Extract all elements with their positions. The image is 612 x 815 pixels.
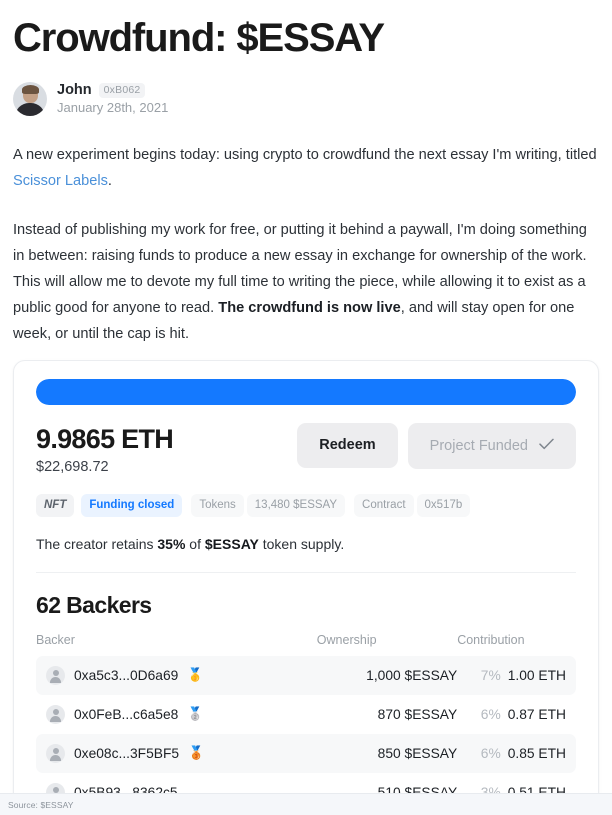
medal-icon: 🥉	[188, 745, 205, 761]
creator-retains-line: The creator retains 35% of $ESSAY token …	[36, 536, 576, 552]
backer-address[interactable]: 0xa5c3...0D6a69	[74, 668, 178, 683]
person-icon	[46, 665, 65, 685]
amount-usd: $22,698.72	[36, 459, 109, 476]
page-root: Crowdfund: $ESSAY John 0xB062 January 28…	[0, 0, 612, 815]
table-row[interactable]: 0x0FeB...c6a5e8 🥈 870 $ESSAY 6% 0.87 ETH	[36, 695, 576, 734]
paragraph-1-text-before: A new experiment begins today: using cry…	[13, 147, 597, 164]
backer-identity: 0xa5c3...0D6a69 🥇	[46, 665, 317, 685]
metadata-pill-row: NFT Funding closed Tokens 13,480 $ESSAY …	[36, 494, 576, 517]
backer-eth: 0.87 ETH	[507, 706, 566, 722]
avatar	[13, 81, 47, 116]
backer-address[interactable]: 0x0FeB...c6a5e8	[74, 707, 178, 722]
backer-cell: 0xa5c3...0D6a69 🥇	[36, 655, 317, 695]
backer-ownership: 850 $ESSAY	[316, 733, 458, 773]
byline-text: John 0xB062 January 28th, 2021	[57, 81, 168, 116]
backer-eth: 1.00 ETH	[507, 667, 566, 683]
source-bar: Source: $ESSAY	[0, 793, 612, 815]
amount-block: 9.9865 ETH $22,698.72	[36, 423, 174, 476]
tokens-label-pill: Tokens	[191, 494, 244, 517]
backer-ownership: 1,000 $ESSAY	[316, 655, 458, 695]
backer-identity: 0xe08c...3F5BF5 🥉	[46, 743, 317, 763]
backers-table-head: Backer Ownership Contribution	[36, 633, 576, 656]
author-address-badge[interactable]: 0xB062	[98, 82, 146, 98]
source-label: Source: $ESSAY	[8, 799, 74, 810]
backers-header-row: Backer Ownership Contribution	[36, 633, 576, 656]
retain-percent: 35%	[157, 535, 186, 552]
column-header-backer: Backer	[36, 632, 75, 647]
table-row[interactable]: 0xe08c...3F5BF5 🥉 850 $ESSAY 6% 0.85 ETH	[36, 733, 576, 773]
retain-suffix: token supply.	[258, 535, 345, 552]
amount-row: 9.9865 ETH $22,698.72 Redeem Project Fun…	[36, 423, 576, 475]
medal-icon: 🥇	[187, 667, 204, 683]
backer-identity: 0x0FeB...c6a5e8 🥈	[46, 704, 317, 724]
paragraph-2-bold: The crowdfund is now live	[218, 300, 401, 317]
author-name: John	[57, 82, 92, 98]
author-byline: John 0xB062 January 28th, 2021	[13, 81, 599, 116]
backer-cell: 0xe08c...3F5BF5 🥉	[36, 733, 317, 773]
paragraph-1-text-after: .	[107, 173, 112, 190]
backer-ownership: 870 $ESSAY	[377, 706, 458, 722]
contract-label-pill: Contract	[354, 494, 414, 517]
redeem-button[interactable]: Redeem	[297, 423, 398, 468]
contract-value-pill[interactable]: 0x517b	[416, 494, 471, 517]
byline-name-row: John 0xB062	[57, 81, 168, 99]
funding-progress-bar	[36, 379, 576, 405]
backer-percent: 6%	[480, 745, 501, 761]
crowdfund-card: 9.9865 ETH $22,698.72 Redeem Project Fun…	[13, 360, 599, 807]
person-icon	[46, 743, 65, 763]
backer-eth: 0.85 ETH	[507, 745, 566, 761]
retain-middle: of	[185, 535, 205, 552]
card-divider	[36, 571, 576, 573]
post-body: A new experiment begins today: using cry…	[13, 142, 599, 347]
paragraph-1: A new experiment begins today: using cry…	[13, 142, 599, 194]
project-funded-label: Project Funded	[429, 437, 528, 454]
scissor-labels-link[interactable]: Scissor Labels	[13, 173, 108, 189]
medal-icon: 🥈	[187, 706, 204, 722]
project-funded-button: Project Funded	[407, 423, 576, 469]
avatar-hair	[22, 84, 39, 94]
backer-contribution: 6% 0.85 ETH	[457, 733, 576, 773]
avatar-body	[15, 102, 45, 116]
backer-percent: 6%	[480, 706, 501, 722]
backer-cell: 0x0FeB...c6a5e8 🥈	[36, 695, 317, 734]
funding-progress-fill	[36, 379, 576, 405]
column-header-ownership: Ownership	[316, 632, 377, 647]
backer-percent: 7%	[480, 667, 501, 683]
card-actions: Redeem Project Funded	[297, 423, 576, 469]
funding-status-pill: Funding closed	[81, 494, 183, 517]
retain-token: $ESSAY	[204, 535, 259, 552]
post-date: January 28th, 2021	[57, 100, 169, 116]
backer-contribution: 7% 1.00 ETH	[457, 655, 576, 695]
backers-table: Backer Ownership Contribution 0xa5c3...0…	[36, 633, 576, 806]
retain-prefix: The creator retains	[36, 535, 158, 552]
check-icon	[539, 438, 554, 454]
amount-eth: 9.9865 ETH	[36, 424, 174, 454]
backers-table-body: 0xa5c3...0D6a69 🥇 1,000 $ESSAY 7% 1.00 ETH 0x…	[36, 655, 576, 806]
paragraph-2: Instead of publishing my work for free, …	[13, 217, 599, 347]
tokens-value-pill: 13,480 $ESSAY	[246, 494, 346, 517]
page-title: Crowdfund: $ESSAY	[13, 16, 385, 60]
backer-contribution: 6% 0.87 ETH	[457, 695, 576, 734]
person-icon	[46, 704, 65, 724]
nft-pill: NFT	[36, 494, 75, 517]
backers-heading: 62 Backers	[36, 591, 152, 618]
column-header-contribution: Contribution	[457, 632, 525, 647]
table-row[interactable]: 0xa5c3...0D6a69 🥇 1,000 $ESSAY 7% 1.00 ETH	[36, 655, 576, 695]
backer-address[interactable]: 0xe08c...3F5BF5	[74, 746, 179, 761]
